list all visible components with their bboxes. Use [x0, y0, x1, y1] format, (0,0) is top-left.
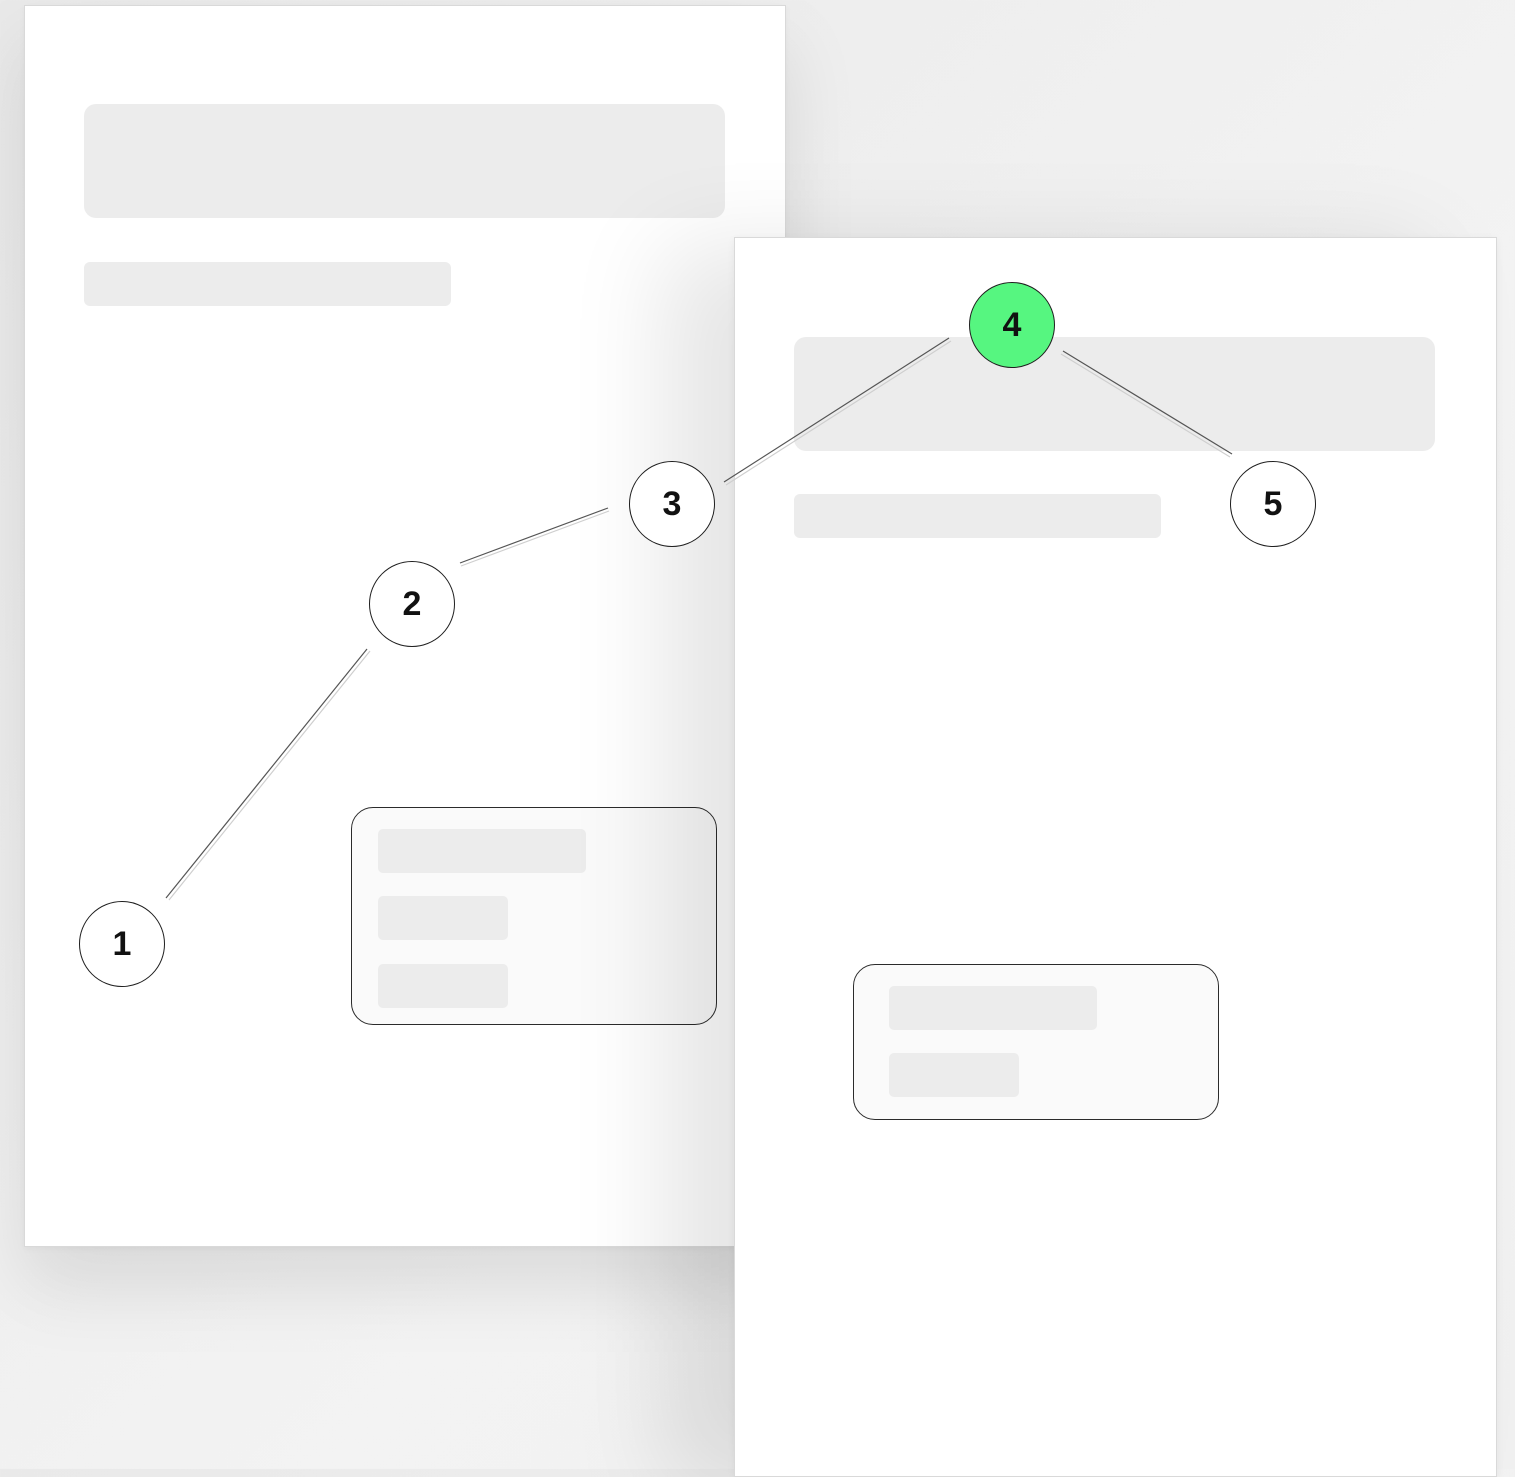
content-line-placeholder	[378, 896, 508, 940]
content-box	[853, 964, 1219, 1120]
step-node-2[interactable]: 2	[369, 561, 455, 647]
content-line-placeholder	[889, 1053, 1019, 1097]
content-line-placeholder	[378, 829, 586, 873]
step-node-label: 3	[662, 485, 682, 523]
screen-card-right	[734, 237, 1497, 1477]
content-box	[351, 807, 717, 1025]
content-line-placeholder	[378, 964, 508, 1008]
header-placeholder	[84, 104, 725, 218]
subtitle-placeholder	[84, 262, 451, 306]
header-placeholder	[794, 337, 1435, 451]
step-node-4-active[interactable]: 4	[969, 282, 1055, 368]
step-node-label: 5	[1263, 485, 1283, 523]
step-node-5[interactable]: 5	[1230, 461, 1316, 547]
step-node-3[interactable]: 3	[629, 461, 715, 547]
step-node-label: 2	[402, 585, 422, 623]
content-line-placeholder	[889, 986, 1097, 1030]
step-node-label: 1	[112, 925, 132, 963]
step-node-label: 4	[1002, 306, 1022, 344]
subtitle-placeholder	[794, 494, 1161, 538]
step-node-1[interactable]: 1	[79, 901, 165, 987]
